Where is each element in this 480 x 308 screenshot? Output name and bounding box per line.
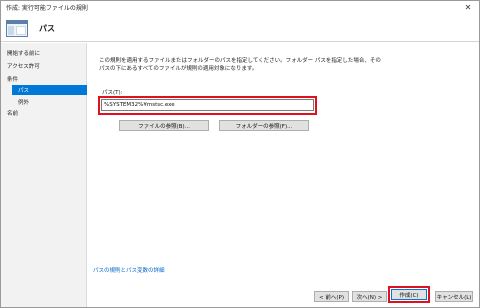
wizard-sidebar: 開始する前に アクセス許可 条件 パス 例外 名前 [1,43,87,307]
sidebar-item-permissions[interactable]: アクセス許可 [7,61,40,71]
cancel-button[interactable]: キャンセル(L) [435,291,473,302]
page-title: パス [39,23,55,33]
sidebar-item-conditions[interactable]: 条件 [7,74,18,84]
sidebar-item-name[interactable]: 名前 [7,108,18,118]
rule-window-icon [6,19,28,37]
description-text: この規則を適用するファイルまたはフォルダーのパスを指定してください。フォルダー … [99,57,444,73]
create-button[interactable]: 作成(C) [391,289,427,300]
description-line-2: パスの下にあるすべてのファイルが規則の適用対象になります。 [99,66,258,72]
close-icon[interactable]: ✕ [457,1,479,14]
browse-files-button[interactable]: ファイルの参照(B)... [119,120,209,131]
path-rules-help-link[interactable]: パスの規則とパス変数の詳細 [93,266,165,274]
page-header: パス [1,15,479,42]
sidebar-item-exceptions[interactable]: 例外 [18,97,29,107]
browse-folders-button[interactable]: フォルダーの参照(F)... [219,120,309,131]
sidebar-item-before-you-begin[interactable]: 開始する前に [7,48,40,58]
dialog-window: 作成: 実行可能ファイルの規則 ✕ パス 開始する前に アクセス許可 条件 パス… [0,0,480,308]
back-button[interactable]: < 前へ(P) [314,291,349,302]
title-bar: 作成: 実行可能ファイルの規則 ✕ [1,1,479,14]
window-title: 作成: 実行可能ファイルの規則 [6,5,88,12]
next-button[interactable]: 次へ(N) > [352,291,387,302]
path-input[interactable] [101,99,314,111]
path-label: パス(T): [102,90,123,96]
sidebar-item-path[interactable]: パス [12,85,87,95]
main-content: この規則を適用するファイルまたはフォルダーのパスを指定してください。フォルダー … [88,43,479,307]
description-line-1: この規則を適用するファイルまたはフォルダーのパスを指定してください。フォルダー … [99,58,381,64]
